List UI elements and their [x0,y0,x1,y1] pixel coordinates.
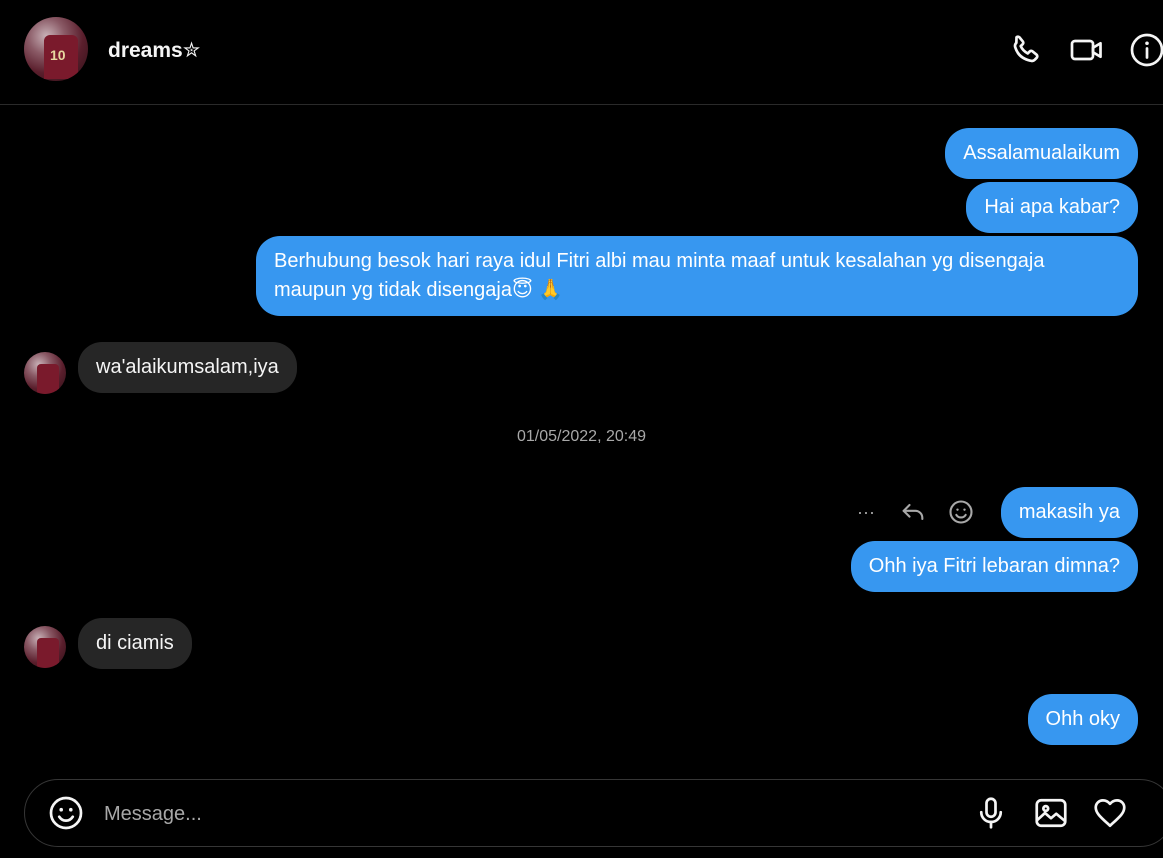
chat-header: 10 dreams✮ [0,0,1163,105]
microphone-icon[interactable] [973,795,1009,831]
message-input[interactable] [102,795,946,833]
avatar[interactable] [24,626,66,668]
video-call-icon[interactable] [1069,32,1105,68]
timestamp: 01/05/2022, 20:49 [516,428,646,445]
heart-icon[interactable] [1092,795,1128,831]
reply-icon[interactable] [899,498,927,526]
message-outgoing[interactable]: makasih ya [1000,487,1138,538]
info-icon[interactable] [1129,32,1163,68]
message-outgoing[interactable]: Berhubung besok hari raya idul Fitri alb… [256,236,1138,316]
image-icon[interactable] [1033,795,1069,831]
chat-window: 10 dreams✮ Assalamualaikum Hai apa kabar… [0,0,1163,858]
message-incoming[interactable]: wa'alaikumsalam,iya [78,342,297,393]
message-outgoing[interactable]: Assalamualaikum [945,128,1138,179]
message-outgoing[interactable]: Hai apa kabar? [966,182,1138,233]
message-incoming[interactable]: di ciamis [78,618,192,669]
phone-icon[interactable] [1009,32,1045,68]
more-options-icon[interactable]: ··· [852,498,880,526]
avatar[interactable]: 10 [24,17,88,81]
message-outgoing[interactable]: Ohh iya Fitri lebaran dimna? [850,541,1138,592]
avatar[interactable] [24,352,66,394]
chat-username[interactable]: dreams✮ [108,38,200,63]
react-emoji-icon[interactable] [947,498,975,526]
emoji-icon[interactable] [48,795,84,831]
message-outgoing[interactable]: Ohh oky [1027,694,1138,745]
